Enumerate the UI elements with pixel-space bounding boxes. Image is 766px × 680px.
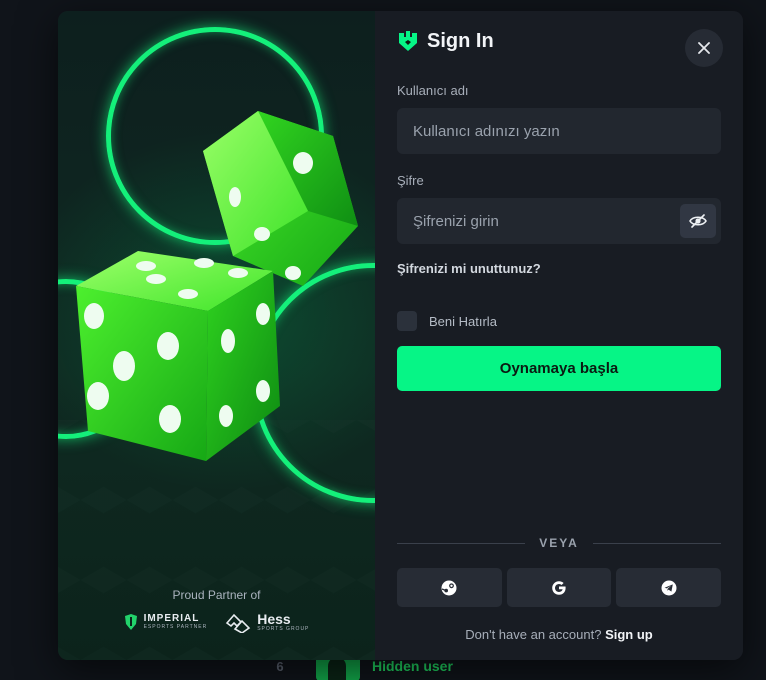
back-die — [203, 111, 358, 286]
google-icon — [552, 580, 566, 595]
telegram-login-button[interactable] — [616, 568, 722, 607]
modal-header: Sign In — [397, 29, 494, 53]
steam-login-button[interactable] — [397, 568, 502, 607]
password-visibility-toggle[interactable] — [680, 204, 716, 238]
or-divider: VEYA — [397, 536, 722, 550]
sign-in-modal: Proud Partner of IMPERIAL ESPORTS PARTNE… — [58, 11, 743, 660]
close-button[interactable] — [685, 29, 723, 67]
signup-row: Don't have an account? Sign up — [397, 627, 721, 642]
divider-text: VEYA — [539, 536, 579, 550]
social-login-buttons — [397, 568, 722, 607]
hess-name: Hess — [257, 610, 291, 627]
promo-art-panel: Proud Partner of IMPERIAL ESPORTS PARTNE… — [58, 11, 375, 660]
imperial-logo-icon — [124, 614, 137, 630]
partner-title: Proud Partner of — [172, 588, 261, 602]
username-input[interactable] — [397, 108, 721, 154]
modal-title: Sign In — [427, 29, 494, 52]
remember-me-label: Beni Hatırla — [429, 313, 497, 329]
eye-off-icon — [689, 214, 707, 228]
imperial-partner: IMPERIAL ESPORTS PARTNER — [124, 614, 208, 630]
remember-me-checkbox[interactable] — [397, 311, 417, 331]
imperial-sub: ESPORTS PARTNER — [143, 624, 208, 630]
remember-me[interactable]: Beni Hatırla — [397, 311, 497, 331]
password-input[interactable] — [397, 198, 721, 244]
password-label: Şifre — [397, 173, 424, 188]
sign-in-form: Sign In Kullanıcı adı Şifre Şifrenizi mi… — [375, 11, 743, 660]
brand-logo-icon — [399, 31, 417, 51]
google-login-button[interactable] — [506, 568, 612, 607]
steam-icon — [441, 580, 457, 595]
partner-logos: IMPERIAL ESPORTS PARTNER Hess SPORTS GRO… — [58, 611, 375, 633]
divider-line — [592, 542, 722, 544]
forgot-password-link[interactable]: Şifrenizi mi unuttunuz? — [397, 261, 541, 276]
hess-partner: Hess SPORTS GROUP — [225, 611, 309, 633]
submit-button[interactable]: Oynamaya başla — [397, 346, 721, 391]
dice-illustration — [76, 111, 358, 461]
hess-logo-icon — [226, 613, 251, 633]
telegram-icon — [661, 580, 677, 595]
front-die — [76, 251, 280, 461]
divider-line — [397, 542, 526, 544]
imperial-name: IMPERIAL — [143, 613, 200, 624]
signup-link[interactable]: Sign up — [605, 627, 653, 642]
close-icon — [698, 42, 710, 54]
username-label: Kullanıcı adı — [397, 83, 469, 98]
hess-sub: SPORTS GROUP — [257, 625, 310, 632]
leaderboard-rank: 6 — [276, 658, 284, 674]
leaderboard-username: Hidden user — [372, 658, 453, 674]
signup-prompt: Don't have an account? — [465, 627, 602, 642]
